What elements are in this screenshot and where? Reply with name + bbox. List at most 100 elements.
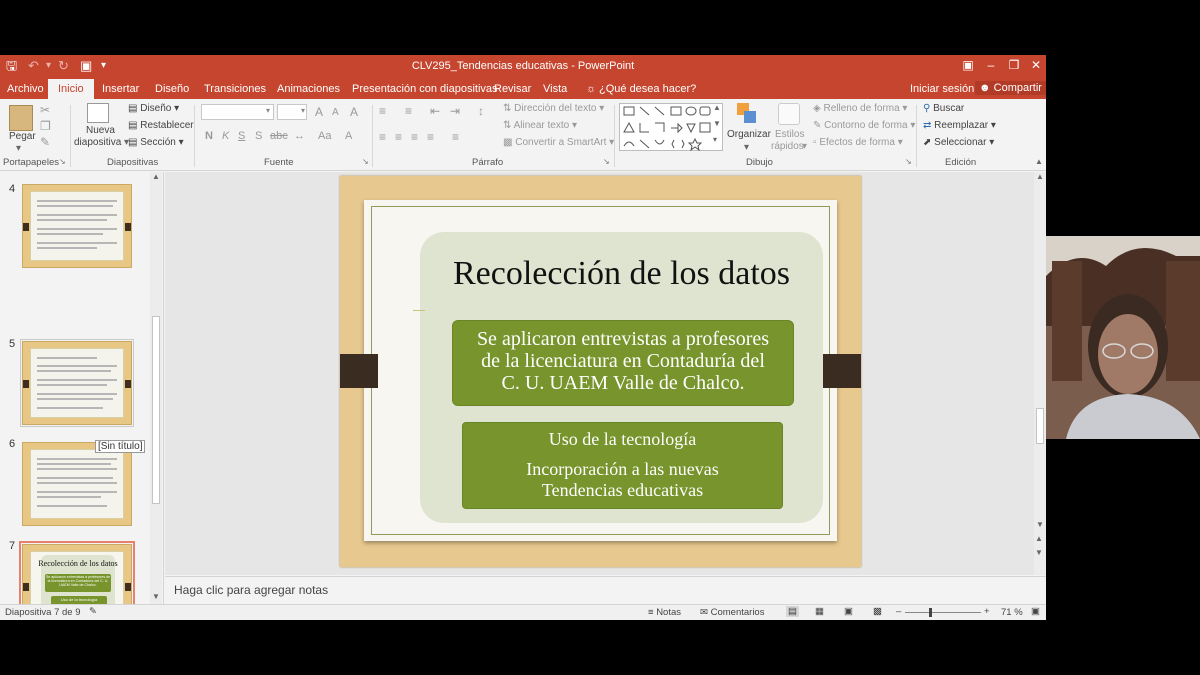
close-button[interactable]: ✕ <box>1026 58 1046 72</box>
slide-sorter-icon[interactable]: ▦ <box>815 606 824 617</box>
shadow-button[interactable]: S <box>255 130 262 142</box>
character-spacing-icon[interactable]: ↔ <box>294 130 305 142</box>
scrollbar-thumb[interactable] <box>1036 408 1044 444</box>
change-case-icon[interactable]: Aa <box>318 130 331 142</box>
quick-styles-label-2[interactable]: rápidos <box>771 141 804 152</box>
tell-me-search[interactable]: ¿Qué desea hacer? <box>599 83 696 95</box>
columns-icon[interactable]: ≡ <box>452 130 459 144</box>
zoom-slider-track[interactable] <box>905 612 981 613</box>
zoom-in-button[interactable]: + <box>984 606 990 617</box>
align-text-button[interactable]: ⇅ Alinear texto ▾ <box>503 120 577 131</box>
shapes-gallery[interactable] <box>619 103 723 152</box>
new-slide-label-2[interactable]: diapositiva <box>74 137 121 148</box>
underline-button[interactable]: S <box>238 130 245 142</box>
font-launcher-icon[interactable]: ↘ <box>362 157 369 166</box>
font-name-input[interactable] <box>201 104 274 120</box>
increase-indent-icon[interactable]: ⇥ <box>450 104 460 118</box>
drawing-launcher-icon[interactable]: ↘ <box>905 157 912 166</box>
tab-diseno[interactable]: Diseño <box>155 83 189 95</box>
clipboard-launcher-icon[interactable]: ↘ <box>59 157 66 166</box>
tab-vista[interactable]: Vista <box>543 83 567 95</box>
current-slide[interactable]: Recolección de los datos Se aplicaron en… <box>340 176 861 567</box>
normal-view-icon[interactable]: ▤ <box>786 606 799 617</box>
slide-content-box-1[interactable]: Se aplicaron entrevistas a profesores de… <box>452 320 794 406</box>
notes-toggle[interactable]: ≡ Notas <box>648 607 681 618</box>
align-center-icon[interactable]: ≡ <box>395 130 402 144</box>
grow-font-icon[interactable]: A <box>315 105 323 119</box>
tab-archivo[interactable]: Archivo <box>7 83 44 95</box>
font-color-icon[interactable]: A <box>345 130 352 142</box>
slide-thumbnail-6[interactable] <box>22 442 132 526</box>
editor-scrollbar[interactable]: ▲ ▼ ▲ ▼ <box>1034 172 1046 575</box>
shape-effects-button[interactable]: ▫ Efectos de forma ▾ <box>813 137 903 148</box>
bullets-icon[interactable]: ≡ <box>379 104 386 118</box>
copy-icon[interactable]: ❐ <box>40 119 51 133</box>
arrange-icon[interactable] <box>737 103 757 125</box>
section-button[interactable]: ▤ Sección ▾ <box>128 137 184 148</box>
slideshow-view-icon[interactable]: ▩ <box>873 606 882 617</box>
notes-pane[interactable]: Haga clic para agregar notas <box>165 576 1046 604</box>
layout-button[interactable]: ▤ Diseño ▾ <box>128 103 179 114</box>
previous-slide-icon[interactable]: ▲ <box>1035 534 1043 543</box>
font-size-dropdown-icon[interactable]: ▾ <box>301 106 305 115</box>
justify-icon[interactable]: ≡ <box>427 130 434 144</box>
clear-format-icon[interactable]: A <box>350 105 358 119</box>
arrange-dropdown-icon[interactable]: ▾ <box>744 142 749 153</box>
gallery-scroll-down-icon[interactable]: ▼ <box>713 119 721 128</box>
align-left-icon[interactable]: ≡ <box>379 130 386 144</box>
align-right-icon[interactable]: ≡ <box>411 130 418 144</box>
restore-button[interactable]: ❐ <box>1004 58 1024 72</box>
slide-title[interactable]: Recolección de los datos <box>420 255 823 293</box>
numbering-icon[interactable]: ≡ <box>405 104 412 118</box>
font-name-dropdown-icon[interactable]: ▾ <box>266 106 270 115</box>
scroll-up-icon[interactable]: ▲ <box>152 172 160 181</box>
zoom-out-button[interactable]: – <box>896 606 901 617</box>
cut-icon[interactable]: ✂ <box>40 103 50 117</box>
collapse-ribbon-icon[interactable]: ▲ <box>1035 157 1043 166</box>
paste-icon[interactable] <box>9 105 33 131</box>
tab-insertar[interactable]: Insertar <box>102 83 139 95</box>
paste-dropdown-icon[interactable]: ▾ <box>16 143 21 154</box>
smartart-button[interactable]: ▩ Convertir a SmartArt ▾ <box>503 137 614 148</box>
spell-check-icon[interactable]: ✎ <box>89 606 97 617</box>
new-slide-icon[interactable] <box>87 103 109 123</box>
shape-fill-button[interactable]: ◈ Relleno de forma ▾ <box>813 103 907 114</box>
reset-button[interactable]: ▤ Restablecer <box>128 120 194 131</box>
quick-styles-dropdown-icon[interactable]: ▾ <box>802 141 807 152</box>
tab-presentacion[interactable]: Presentación con diapositivas <box>352 83 498 95</box>
zoom-slider-thumb[interactable] <box>929 608 932 617</box>
paragraph-launcher-icon[interactable]: ↘ <box>603 157 610 166</box>
next-slide-icon[interactable]: ▼ <box>1035 548 1043 557</box>
scroll-up-icon[interactable]: ▲ <box>1036 172 1044 181</box>
comments-toggle[interactable]: ✉ Comentarios <box>700 607 764 618</box>
arrange-label[interactable]: Organizar <box>727 129 771 140</box>
scroll-down-icon[interactable]: ▼ <box>152 592 160 601</box>
scrollbar-thumb[interactable] <box>152 316 160 504</box>
tab-revisar[interactable]: Revisar <box>494 83 531 95</box>
zoom-level[interactable]: 71 % <box>1001 607 1023 618</box>
fit-slide-icon[interactable]: ▣ <box>1031 606 1040 617</box>
tab-inicio[interactable]: Inicio <box>48 79 94 99</box>
line-spacing-icon[interactable]: ↕ <box>478 104 484 118</box>
replace-button[interactable]: ⇄ Reemplazar ▾ <box>923 120 996 131</box>
select-button[interactable]: ⬈ Seleccionar ▾ <box>923 137 994 148</box>
bold-button[interactable]: N <box>205 130 213 142</box>
shrink-font-icon[interactable]: A <box>332 107 339 118</box>
slide-content-box-2[interactable]: Uso de la tecnología Incorporación a las… <box>462 422 783 509</box>
tab-animaciones[interactable]: Animaciones <box>277 83 340 95</box>
reading-view-icon[interactable]: ▣ <box>844 606 853 617</box>
gallery-scroll-up-icon[interactable]: ▲ <box>713 103 721 112</box>
slide-thumbnail-4[interactable] <box>22 184 132 268</box>
quick-styles-label-1[interactable]: Estilos <box>775 129 804 140</box>
new-slide-label-1[interactable]: Nueva <box>86 125 115 136</box>
scroll-down-icon[interactable]: ▼ <box>1036 520 1044 529</box>
italic-button[interactable]: K <box>222 130 229 142</box>
format-painter-icon[interactable]: ✎ <box>40 135 50 149</box>
sign-in-link[interactable]: Iniciar sesión <box>910 83 974 95</box>
text-direction-button[interactable]: ⇅ Dirección del texto ▾ <box>503 103 604 114</box>
slide-thumbnail-5[interactable] <box>20 339 134 427</box>
quick-styles-icon[interactable] <box>778 103 800 125</box>
find-button[interactable]: ⚲ Buscar <box>923 103 964 114</box>
decrease-indent-icon[interactable]: ⇤ <box>430 104 440 118</box>
thumbnail-scrollbar[interactable]: ▲ ▼ <box>150 172 162 604</box>
